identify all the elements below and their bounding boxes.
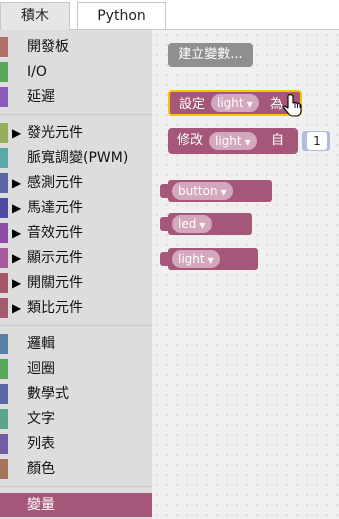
toolbox-category[interactable]: 變量	[0, 493, 152, 517]
category-color-swatch	[0, 87, 8, 107]
expand-arrow-icon[interactable]: ▶	[12, 196, 21, 220]
toolbox-category[interactable]: 邏輯	[0, 332, 152, 356]
chevron-down-icon: ▼	[220, 188, 227, 197]
change-amount-value[interactable]: 1	[307, 132, 327, 150]
variable-dropdown[interactable]: led ▼	[172, 215, 212, 233]
category-color-swatch	[0, 198, 8, 218]
toolbox-separator	[0, 325, 152, 326]
toolbox-category[interactable]: 文字	[0, 407, 152, 431]
expand-arrow-icon[interactable]: ▶	[12, 271, 21, 295]
tab-python[interactable]: Python	[77, 2, 166, 30]
category-label: I/O	[27, 64, 47, 80]
expand-arrow-icon[interactable]: ▶	[12, 221, 21, 245]
category-label: 發光元件	[27, 125, 83, 141]
category-label: 延遲	[27, 89, 55, 105]
category-label: 感測元件	[27, 175, 83, 191]
toolbox-category[interactable]: ▶ 感測元件	[0, 171, 152, 195]
category-color-swatch	[0, 409, 8, 429]
variable-getter-block[interactable]: led ▼	[168, 213, 252, 235]
toolbox-category[interactable]: 開發板	[0, 35, 152, 59]
expand-arrow-icon[interactable]: ▶	[12, 171, 21, 195]
category-color-swatch	[0, 334, 8, 354]
change-block-suffix: 自	[271, 133, 285, 148]
expand-arrow-icon[interactable]: ▶	[12, 296, 21, 320]
toolbox-category[interactable]: I/O	[0, 60, 152, 84]
toolbox-category[interactable]: 顏色	[0, 457, 152, 481]
toolbox-category[interactable]: ▶ 顯示元件	[0, 246, 152, 270]
change-variable-block[interactable]: 修改 light ▼ 自	[168, 128, 298, 154]
category-color-swatch	[0, 384, 8, 404]
set-block-variable: light	[217, 96, 244, 110]
toolbox-category[interactable]: 脈寬調變(PWM)	[0, 146, 152, 170]
toolbox-category[interactable]: ▶ 馬達元件	[0, 196, 152, 220]
set-block-variable-dropdown[interactable]: light ▼	[211, 94, 259, 112]
category-color-swatch	[0, 62, 8, 82]
change-block-variable: light	[215, 134, 242, 148]
category-label: 馬達元件	[27, 200, 83, 216]
toolbox-separator	[0, 486, 152, 487]
category-label: 開發板	[27, 39, 69, 55]
create-variable-button[interactable]: 建立變數...	[168, 43, 253, 67]
toolbox-category[interactable]: 延遲	[0, 85, 152, 109]
hand-cursor-icon	[283, 93, 302, 117]
category-color-swatch	[0, 173, 8, 193]
toolbox-category[interactable]: 列表	[0, 432, 152, 456]
category-color-swatch	[0, 223, 8, 243]
category-color-swatch	[0, 37, 8, 57]
tab-blocks[interactable]: 積木	[0, 2, 70, 30]
set-block-prefix: 設定	[179, 97, 206, 112]
variable-getter-block[interactable]: light ▼	[168, 248, 258, 270]
category-color-swatch	[0, 273, 8, 293]
category-label: 音效元件	[27, 225, 83, 241]
toolbox-category[interactable]: ▶ 發光元件	[0, 121, 152, 145]
chevron-down-icon: ▼	[199, 221, 206, 230]
variable-name: button	[178, 184, 218, 198]
category-color-swatch	[0, 459, 8, 479]
variable-name: led	[178, 217, 197, 231]
toolbox-separator	[0, 114, 152, 115]
expand-arrow-icon[interactable]: ▶	[12, 121, 21, 145]
category-label: 顯示元件	[27, 250, 83, 266]
category-color-swatch	[0, 359, 8, 379]
category-label: 脈寬調變(PWM)	[27, 150, 129, 166]
category-color-swatch	[0, 248, 8, 268]
category-label: 顏色	[27, 461, 55, 477]
variable-name: light	[178, 252, 205, 266]
category-label: 類比元件	[27, 300, 83, 316]
variable-dropdown[interactable]: light ▼	[172, 250, 220, 268]
category-label: 開關元件	[27, 275, 83, 291]
chevron-down-icon: ▼	[207, 256, 214, 265]
toolbox-category[interactable]: ▶ 音效元件	[0, 221, 152, 245]
expand-arrow-icon[interactable]: ▶	[12, 246, 21, 270]
toolbox: 開發板 I/O 延遲 ▶ 發光元件脈寬調變(PWM) ▶ 感測元件 ▶ 馬達元件 ▶ 音效元件 ▶ 顯示…	[0, 30, 152, 519]
category-color-swatch	[0, 298, 8, 318]
category-color-swatch	[0, 123, 8, 143]
category-color-swatch	[0, 434, 8, 454]
tab-bar: 積木 Python	[0, 0, 339, 30]
category-label: 邏輯	[27, 336, 55, 352]
variable-dropdown[interactable]: button ▼	[172, 182, 233, 200]
set-variable-block[interactable]: 設定 light ▼ 為	[168, 90, 302, 116]
toolbox-category[interactable]: ▶ 類比元件	[0, 296, 152, 320]
toolbox-category[interactable]: 數學式	[0, 382, 152, 406]
chevron-down-icon: ▼	[244, 138, 251, 147]
variable-getter-block[interactable]: button ▼	[168, 180, 272, 202]
category-color-swatch	[0, 148, 8, 168]
category-label: 迴圈	[27, 361, 55, 377]
change-block-prefix: 修改	[177, 133, 204, 148]
chevron-down-icon: ▼	[246, 100, 253, 109]
toolbox-category[interactable]: 迴圈	[0, 357, 152, 381]
change-block-variable-dropdown[interactable]: light ▼	[209, 132, 257, 150]
set-block-suffix: 為	[270, 97, 284, 112]
change-amount-input[interactable]: 1	[302, 131, 330, 151]
category-label: 變量	[27, 497, 55, 513]
category-label: 列表	[27, 436, 55, 452]
category-label: 數學式	[27, 386, 69, 402]
toolbox-category[interactable]: ▶ 開關元件	[0, 271, 152, 295]
category-label: 文字	[27, 411, 55, 427]
